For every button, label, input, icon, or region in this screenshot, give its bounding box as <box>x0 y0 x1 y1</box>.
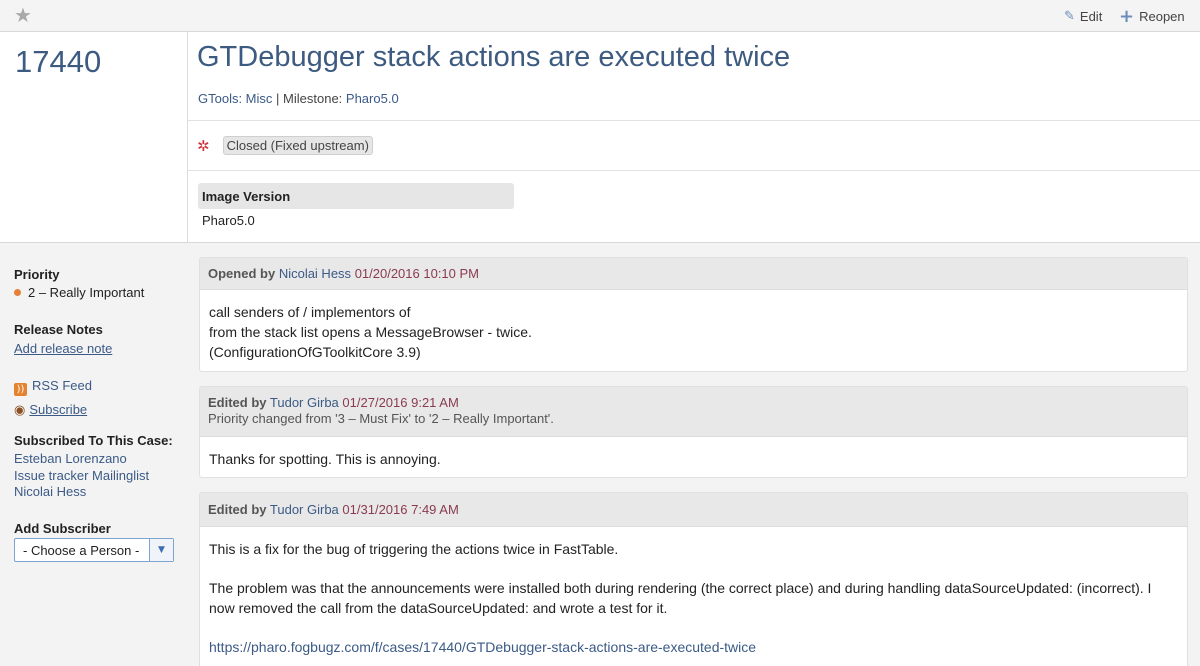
event-header: Edited by Tudor Girba 01/31/2016 7:49 AM <box>200 493 1187 527</box>
eye-icon: ◉ <box>14 403 26 418</box>
event-text-line: call senders of / implementors of <box>209 304 411 320</box>
subscriber-link[interactable]: Issue tracker Mailinglist <box>14 468 149 483</box>
rss-feed-label: RSS Feed <box>32 378 92 393</box>
pencil-icon: ✎ <box>1064 9 1075 24</box>
divider <box>188 120 1200 121</box>
subscribe-link[interactable]: ◉ Subscribe <box>14 402 87 418</box>
bug-icon: ✲ <box>197 136 210 155</box>
milestone-link[interactable]: Pharo5.0 <box>346 91 399 106</box>
rss-feed-link[interactable]: )) RSS Feed <box>14 378 92 396</box>
priority-text: 2 – Really Important <box>28 285 145 300</box>
case-event: Opened by Nicolai Hess 01/20/2016 10:10 … <box>199 257 1188 372</box>
event-verb: Edited by <box>208 395 267 410</box>
edit-button[interactable]: ✎ Edit <box>1064 9 1102 24</box>
case-event: Edited by Tudor Girba 01/27/2016 9:21 AM… <box>199 386 1188 478</box>
status-row: ✲ Closed (Fixed upstream) <box>197 136 373 155</box>
add-subscriber-label: Add Subscriber <box>14 521 111 536</box>
event-text-line: (ConfigurationOfGToolkitCore 3.9) <box>209 344 421 360</box>
subscriber-select-value: - Choose a Person - <box>23 543 140 558</box>
event-text-line: This is a fix for the bug of triggering … <box>209 541 619 557</box>
priority-value: 2 – Really Important <box>14 285 144 300</box>
plus-icon: + <box>1119 5 1135 27</box>
case-body: Priority 2 – Really Important Release No… <box>0 242 1200 666</box>
event-text-line: The problem was that the announcements w… <box>209 580 1152 616</box>
event-user-link[interactable]: Tudor Girba <box>270 395 339 410</box>
image-version-label: Image Version <box>198 183 514 209</box>
event-user-link[interactable]: Tudor Girba <box>270 502 339 517</box>
breadcrumb-separator: | <box>276 91 284 106</box>
event-date: 01/20/2016 10:10 PM <box>354 266 480 281</box>
event-header: Edited by Tudor Girba 01/27/2016 9:21 AM… <box>200 387 1187 437</box>
subscribe-label: Subscribe <box>29 402 88 417</box>
release-notes-label: Release Notes <box>14 322 103 337</box>
reopen-label: Reopen <box>1139 9 1185 24</box>
subscribed-label: Subscribed To This Case: <box>14 433 173 448</box>
case-number-panel: 17440 <box>0 32 188 242</box>
event-date: 01/31/2016 7:49 AM <box>342 502 459 517</box>
divider <box>188 170 1200 171</box>
event-date: 01/27/2016 9:21 AM <box>342 395 459 410</box>
rss-icon: )) <box>14 383 27 396</box>
event-verb: Opened by <box>208 266 276 281</box>
event-verb: Edited by <box>208 502 267 517</box>
event-body: call senders of / implementors of from t… <box>200 290 1187 362</box>
image-version-value: Pharo5.0 <box>202 213 255 228</box>
event-text-line: from the stack list opens a MessageBrows… <box>209 324 532 340</box>
case-url-link[interactable]: https://pharo.fogbugz.com/f/cases/17440/… <box>209 637 1178 657</box>
event-user-link[interactable]: Nicolai Hess <box>279 266 351 281</box>
reopen-button[interactable]: + Reopen <box>1119 5 1185 27</box>
case-number: 17440 <box>15 44 102 79</box>
top-toolbar: ★ ✎ Edit + Reopen <box>0 0 1200 32</box>
event-body: Thanks for spotting. This is annoying. <box>200 437 1187 469</box>
subscriber-link[interactable]: Nicolai Hess <box>14 484 86 499</box>
add-release-note-link[interactable]: Add release note <box>14 341 112 356</box>
event-body: This is a fix for the bug of triggering … <box>200 527 1187 657</box>
edit-label: Edit <box>1079 9 1103 24</box>
subscriber-select[interactable]: - Choose a Person - ▼ <box>14 538 174 562</box>
milestone-label: Milestone: <box>283 91 343 106</box>
status-badge: Closed (Fixed upstream) <box>222 136 373 155</box>
event-change-note: Priority changed from '3 – Must Fix' to … <box>208 411 554 426</box>
case-header: GTDebugger stack actions are executed tw… <box>188 32 1200 242</box>
case-title: GTDebugger stack actions are executed tw… <box>197 41 791 73</box>
event-header: Opened by Nicolai Hess 01/20/2016 10:10 … <box>200 258 1187 290</box>
star-icon[interactable]: ★ <box>14 5 32 25</box>
breadcrumb: GTools: Misc | Milestone: Pharo5.0 <box>198 91 399 106</box>
chevron-down-icon[interactable]: ▼ <box>149 539 173 561</box>
case-event: Edited by Tudor Girba 01/31/2016 7:49 AM… <box>199 492 1188 666</box>
subscriber-link[interactable]: Esteban Lorenzano <box>14 451 127 466</box>
project-link[interactable]: GTools: Misc <box>198 91 272 106</box>
event-text-line: Thanks for spotting. This is annoying. <box>209 451 441 467</box>
priority-label: Priority <box>14 267 60 282</box>
priority-dot-icon <box>14 289 21 296</box>
